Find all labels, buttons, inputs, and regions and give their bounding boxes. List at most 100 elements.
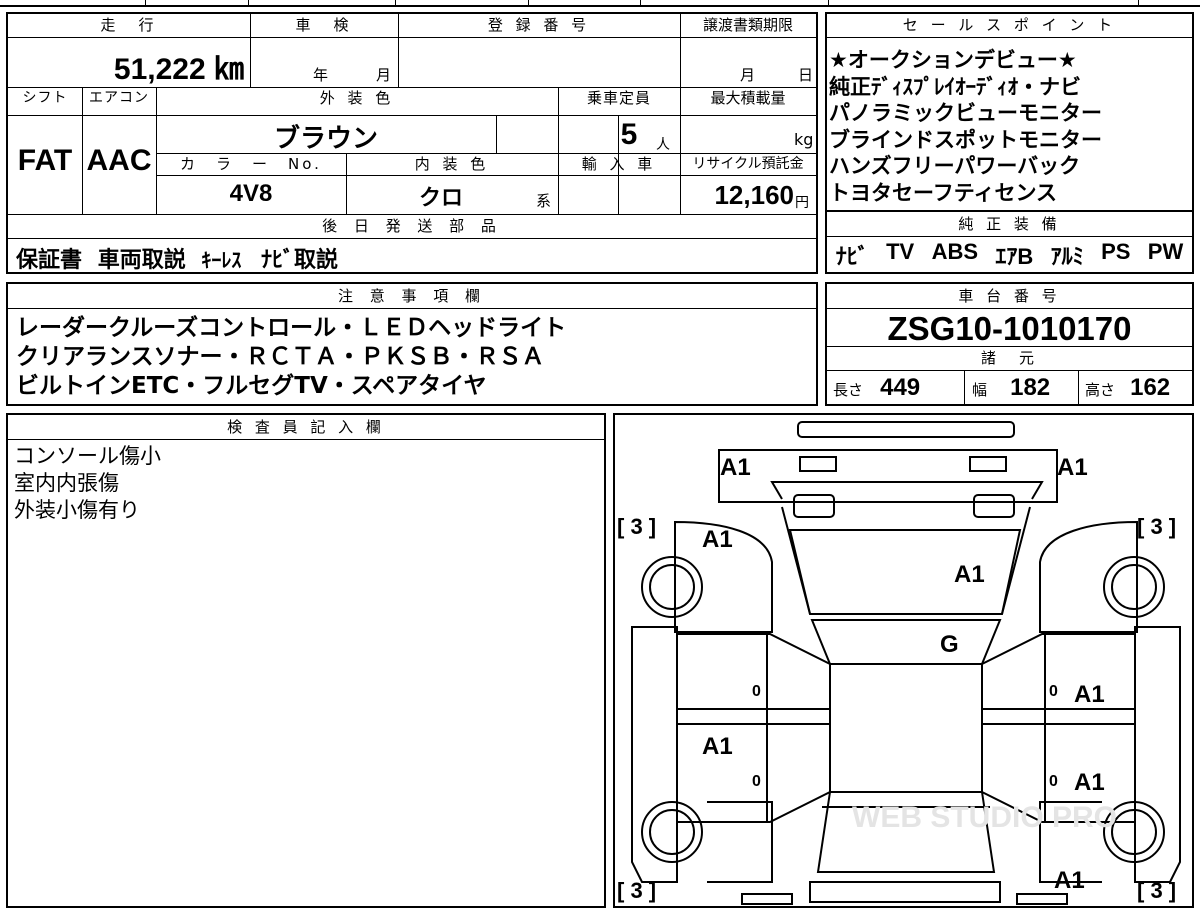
recycle-fee-header: リサイクル預託金	[692, 156, 804, 172]
registration-header: 登 録 番 号	[487, 16, 591, 34]
inspection-header: 車 検	[295, 16, 353, 34]
vehicle-info-table: 走 行 車 検 登 録 番 号 譲渡書類期限 51,222 ㎞ 年 月 月 日 …	[6, 12, 818, 274]
door-mark: 0	[1049, 683, 1058, 700]
damage-front-right: A1	[1057, 454, 1088, 481]
shift-header: シフト	[22, 90, 68, 106]
exterior-color-header: 外 装 色	[319, 89, 395, 107]
spec-height: 高さ 162	[1085, 374, 1170, 402]
specs-header: 諸 元	[980, 349, 1038, 367]
equipment-item: TV	[886, 239, 915, 264]
aircon-value: AAC	[86, 144, 152, 177]
interior-color-value: クロ	[418, 186, 463, 211]
sales-point-line: パノラミックビューモニター	[829, 101, 1102, 125]
tire-mark-front-left: [ 3 ]	[617, 514, 656, 539]
transfer-day: 日	[798, 66, 814, 84]
aircon-header: エアコン	[89, 90, 149, 106]
damage-hood: A1	[954, 561, 985, 588]
equipment-item: ABS	[931, 239, 979, 264]
damage-left-rear-door: A1	[702, 733, 733, 760]
damage-right-rear-door: A1	[1074, 769, 1105, 796]
interior-color-header: 内 装 色	[414, 155, 490, 173]
car-diagram: [ 3 ] [ 3 ] [ 3 ] [ 3 ] A1 A1 A1 A1 G A1…	[617, 421, 1181, 905]
equipment-item: PS	[1101, 239, 1131, 264]
note-line: ビルトインETC・フルセグTV・スペアタイヤ	[16, 373, 487, 399]
color-no-header: カ ラ ー No.	[180, 155, 322, 173]
sales-points-list: ★オークションデビュー★ 純正ﾃﾞｨｽﾌﾟﾚｲｵｰﾃﾞｨｵ・ナビ パノラミックビ…	[829, 47, 1102, 206]
notes-box: 注 意 事 項 欄 レーダークルーズコントロール・ＬＥＤヘッドライト クリアラン…	[6, 282, 818, 406]
note-line: クリアランスソナー・ＲＣＴＡ・ＰＫＳＢ・ＲＳＡ	[16, 344, 545, 370]
import-header: 輸 入 車	[581, 155, 657, 173]
spec-length-value: 449	[880, 374, 921, 401]
sales-point-line: トヨタセーフティセンス	[829, 180, 1058, 205]
max-load-unit: kg	[794, 130, 814, 149]
chassis-header: 車 台 番 号	[958, 287, 1061, 305]
note-line: レーダークルーズコントロール・ＬＥＤヘッドライト	[16, 315, 567, 341]
max-load-header: 最大積載量	[710, 89, 786, 107]
damage-right-front-door: A1	[1074, 681, 1105, 708]
equipment-item: ﾅﾋﾞ	[835, 244, 869, 269]
sales-points-header: セ ー ル ス ポ イ ン ト	[902, 16, 1117, 34]
equipment-item: ｴｱB	[995, 244, 1034, 269]
later-part-item: 保証書	[16, 248, 83, 273]
inspector-box: 検 査 員 記 入 欄 コンソール傷小 室内内張傷 外装小傷有り	[6, 413, 606, 908]
factory-equipment-list: ﾅﾋﾞ TV ABS ｴｱB ｱﾙﾐ PS PW	[827, 239, 1192, 271]
exterior-color-value: ブラウン	[273, 124, 378, 154]
equipment-item: ｱﾙﾐ	[1050, 244, 1084, 269]
inspector-line: 室内内張傷	[14, 471, 119, 495]
transfer-month: 月	[740, 66, 756, 84]
later-parts-header: 後 日 発 送 部 品	[322, 217, 502, 235]
later-part-item: ﾅﾋﾞ取説	[261, 248, 339, 273]
tire-mark-rear-left: [ 3 ]	[617, 878, 656, 903]
recycle-fee-unit: 円	[795, 195, 809, 211]
inspection-year: 年	[313, 66, 329, 84]
factory-equipment-header: 純 正 装 備	[958, 215, 1061, 233]
sales-points-box: セ ー ル ス ポ イ ン ト ★オークションデビュー★ 純正ﾃﾞｨｽﾌﾟﾚｲｵ…	[825, 12, 1194, 212]
notes-header: 注 意 事 項 欄	[337, 287, 487, 305]
later-parts-list: 保証書 車両取説 ｷｰﾚｽ ﾅﾋﾞ取説	[16, 242, 338, 274]
color-no-value: 4V8	[229, 180, 273, 207]
spec-height-value: 162	[1130, 374, 1171, 401]
chassis-number: ZSG10-1010170	[887, 310, 1132, 347]
inspector-header: 検 査 員 記 入 欄	[227, 418, 385, 436]
equipment-item: PW	[1147, 239, 1184, 264]
watermark: WEB STUDIO PRO	[852, 801, 1117, 834]
transfer-deadline-header: 譲渡書類期限	[702, 16, 793, 34]
damage-windshield: G	[940, 631, 959, 658]
spec-width: 幅 182	[972, 374, 1050, 402]
capacity-unit: 人	[656, 137, 670, 153]
factory-equipment-box: 純 正 装 備 ﾅﾋﾞ TV ABS ｴｱB ｱﾙﾐ PS PW	[825, 212, 1194, 274]
inspector-lines: コンソール傷小 室内内張傷 外装小傷有り	[14, 443, 161, 524]
inspector-line: コンソール傷小	[14, 444, 161, 468]
door-mark: 0	[752, 683, 761, 700]
door-mark: 0	[752, 773, 761, 790]
capacity-header: 乗車定員	[586, 89, 651, 107]
damage-rear-right: A1	[1054, 867, 1085, 894]
sales-point-line: 純正ﾃﾞｨｽﾌﾟﾚｲｵｰﾃﾞｨｵ・ナビ	[829, 74, 1081, 99]
damage-left-front-fender: A1	[702, 526, 733, 553]
tire-mark-rear-right: [ 3 ]	[1137, 878, 1176, 903]
mileage-header: 走 行	[100, 16, 158, 34]
inspector-line: 外装小傷有り	[14, 498, 140, 522]
spec-width-label: 幅	[972, 381, 988, 399]
later-part-item: ｷｰﾚｽ	[201, 248, 242, 272]
notes-list: レーダークルーズコントロール・ＬＥＤヘッドライト クリアランスソナー・ＲＣＴＡ・…	[16, 314, 566, 401]
spec-length-label: 長さ	[833, 381, 864, 399]
chassis-specs-box: 車 台 番 号 ZSG10-1010170 諸 元 長さ 449 幅 182 高…	[825, 282, 1194, 406]
mileage-value: 51,222 ㎞	[113, 53, 244, 86]
later-part-item: 車両取説	[97, 248, 186, 273]
top-strip	[0, 0, 1200, 7]
tire-mark-front-right: [ 3 ]	[1137, 514, 1176, 539]
sales-point-line: ハンズフリーパワーバック	[829, 154, 1081, 178]
sales-point-line: ★オークションデビュー★	[829, 48, 1077, 72]
shift-value: FAT	[17, 144, 73, 177]
spec-length: 長さ 449	[833, 374, 920, 402]
car-diagram-box: [ 3 ] [ 3 ] [ 3 ] [ 3 ] A1 A1 A1 A1 G A1…	[613, 413, 1194, 908]
spec-width-value: 182	[1010, 374, 1051, 401]
inspection-month: 月	[376, 66, 392, 84]
door-mark: 0	[1049, 773, 1058, 790]
recycle-fee-value: 12,160	[714, 180, 794, 210]
sales-point-line: ブラインドスポットモニター	[829, 127, 1102, 152]
damage-front-left: A1	[720, 454, 751, 481]
spec-height-label: 高さ	[1085, 381, 1116, 399]
interior-suffix: 系	[536, 192, 552, 210]
